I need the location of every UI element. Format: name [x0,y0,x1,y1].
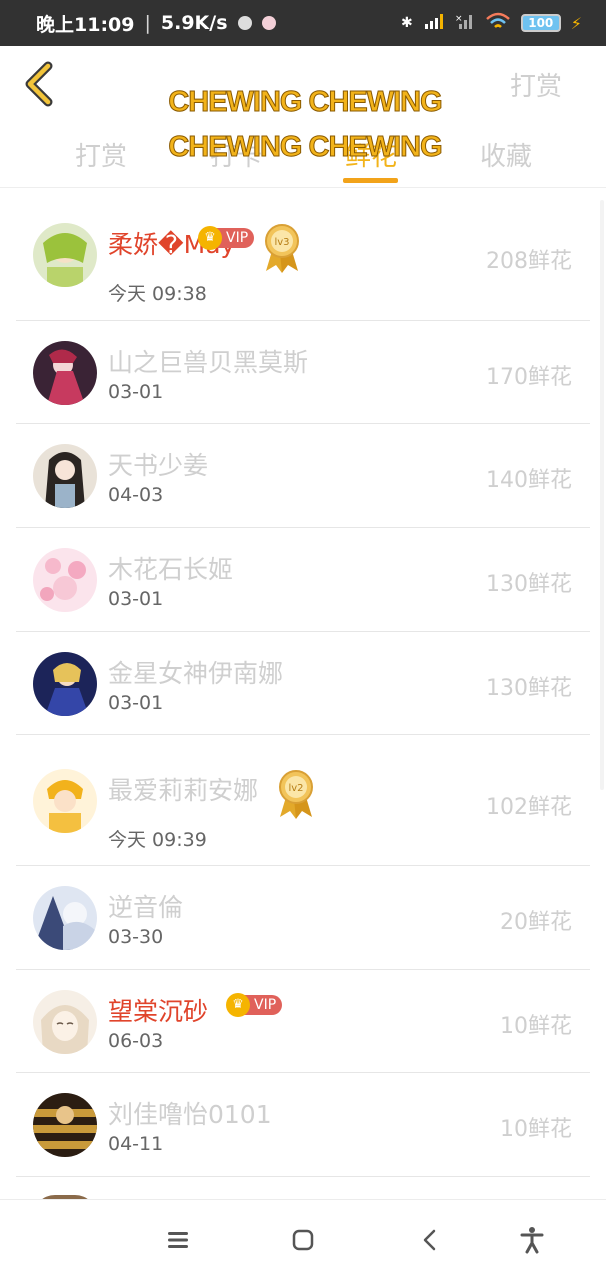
home-icon [292,1229,314,1251]
back-button[interactable] [22,60,58,108]
status-left: 晚上11:09 | 5.9K/s [36,10,276,37]
avatar[interactable] [33,886,97,950]
avatar[interactable] [33,341,97,405]
battery-indicator: 100 [520,14,561,32]
signal-hd-icon [423,12,445,34]
flower-count: 170鲜花 [486,365,572,390]
status-right: ✱ × 100 ⚡ [401,11,582,35]
avatar[interactable] [33,652,97,716]
flower-count: 208鲜花 [486,249,572,274]
avatar[interactable] [33,769,97,833]
bluetooth-icon: ✱ [401,15,413,31]
user-name[interactable]: 望棠沉砂 [108,992,208,1028]
avatar[interactable] [33,1093,97,1157]
timestamp: 06-03 [108,1030,164,1052]
svg-text:×: × [455,14,463,24]
timestamp: 04-03 [108,484,164,506]
list-item[interactable]: 柔娇�May ♛ VIP lv3 今天 09:38 208鲜花 [16,189,590,321]
tab-bar: 打赏 打卡 鲜花 收藏 [0,130,606,188]
list-item[interactable]: 木花石长姬 03-01 130鲜花 [16,528,590,632]
timestamp: 03-01 [108,381,164,403]
medal-level-text: lv3 [274,237,289,248]
vip-badge: ♛ VIP [226,993,283,1017]
home-button[interactable] [287,1224,319,1256]
user-name[interactable]: 木花石长姬 [108,550,233,586]
flower-count: 102鲜花 [486,795,572,820]
flower-ranking-list: 柔娇�May ♛ VIP lv3 今天 09:38 208鲜花 山之巨兽贝黑莫斯… [0,189,606,1217]
shield-notification-icon [261,16,276,30]
tab-favorites[interactable]: 收藏 [480,136,532,173]
flower-count: 130鲜花 [486,676,572,701]
user-name[interactable]: 金星女神伊南娜 [108,654,283,690]
flower-count: 10鲜花 [500,1117,572,1142]
accessibility-button[interactable] [516,1224,548,1256]
list-item[interactable]: 最爱莉莉安娜 lv2 今天 09:39 102鲜花 [16,735,590,866]
status-speed: 5.9K/s [160,12,228,34]
vip-badge: ♛ VIP [198,226,255,250]
flower-count: 140鲜花 [486,468,572,493]
timestamp: 03-01 [108,588,164,610]
status-time: 晚上11:09 [36,13,135,36]
accessibility-icon [520,1227,544,1254]
chevron-left-icon [25,61,53,107]
user-name[interactable]: 刘佳噜怡0101 [108,1095,272,1131]
tab-flowers[interactable]: 鲜花 [345,136,397,173]
crown-icon: ♛ [226,993,250,1017]
nav-back-button[interactable] [414,1224,446,1256]
avatar[interactable] [33,548,97,612]
tab-checkin[interactable]: 打卡 [210,136,262,173]
user-name[interactable]: 最爱莉莉安娜 [108,771,258,807]
timestamp: 今天 09:38 [108,283,207,305]
medal-level-text: lv2 [288,783,303,794]
timestamp: 03-01 [108,692,164,714]
user-name[interactable]: 天书少姜 [108,446,208,482]
flower-count: 130鲜花 [486,572,572,597]
list-item[interactable]: 山之巨兽贝黑莫斯 03-01 170鲜花 [16,321,590,424]
list-item[interactable]: 天书少姜 04-03 140鲜花 [16,424,590,528]
timestamp: 03-30 [108,926,164,948]
status-separator: | [144,12,151,34]
level-medal-icon: lv3 [262,221,302,273]
nav-back-icon [423,1229,436,1251]
avatar[interactable] [33,990,97,1054]
overlay-line-1: CHEWING CHEWING [168,86,443,119]
reward-button[interactable]: 打赏 [510,66,562,103]
list-item[interactable]: 逆音倫 03-30 20鲜花 [16,866,590,970]
level-medal-icon: lv2 [276,767,316,819]
tab-reward[interactable]: 打赏 [75,136,127,173]
flower-count: 10鲜花 [500,1014,572,1039]
user-name[interactable]: 山之巨兽贝黑莫斯 [108,343,308,379]
avatar[interactable] [33,444,97,508]
timestamp: 04-11 [108,1133,164,1155]
crown-icon: ♛ [198,226,222,250]
timestamp: 今天 09:39 [108,829,207,851]
flower-count: 20鲜花 [500,910,572,935]
menu-icon [168,1232,188,1248]
app-notification-icon [237,16,252,30]
wifi-icon [485,11,511,35]
menu-button[interactable] [162,1224,194,1256]
page-header: 打赏 CHEWING CHEWING CHEWING CHEWING 打赏 打卡… [0,46,606,188]
active-tab-indicator [343,178,398,183]
list-item[interactable]: 刘佳噜怡0101 04-11 10鲜花 [16,1073,590,1177]
system-navigation-bar [0,1199,606,1280]
list-item[interactable]: 金星女神伊南娜 03-01 130鲜花 [16,632,590,735]
user-name[interactable]: 逆音倫 [108,888,183,924]
status-bar: 晚上11:09 | 5.9K/s ✱ × 100 ⚡ [0,0,606,46]
avatar[interactable] [33,223,97,287]
charging-icon: ⚡ [570,13,582,33]
signal-x-icon: × [455,12,475,34]
list-item[interactable]: 望棠沉砂 ♛ VIP 06-03 10鲜花 [16,970,590,1073]
